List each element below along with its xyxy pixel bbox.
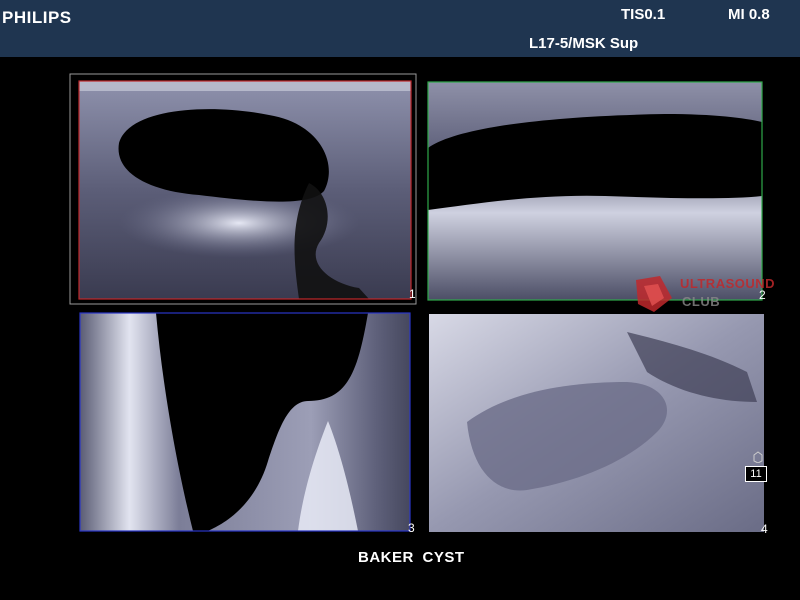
ultrasound-view-3 bbox=[78, 311, 418, 537]
image-panel-3[interactable]: 3 bbox=[78, 311, 418, 537]
watermark-logo: ULTRASOUND CLUB bbox=[630, 272, 800, 317]
tis-readout: TIS0.1 bbox=[621, 6, 666, 23]
watermark-text-line2: CLUB bbox=[682, 294, 721, 309]
ultrasound-view-4-3d bbox=[427, 312, 775, 537]
mi-readout: MI 0.8 bbox=[728, 6, 770, 23]
slice-indicator: 11 bbox=[745, 466, 767, 482]
image-panel-1[interactable]: 1 bbox=[69, 73, 417, 305]
ultrasound-club-logo-icon bbox=[636, 276, 672, 312]
image-caption: BAKER CYST bbox=[358, 549, 465, 566]
watermark-text-line1: ULTRASOUND bbox=[680, 276, 776, 291]
image-panel-4[interactable]: 4 bbox=[427, 312, 775, 537]
3d-cube-icon bbox=[753, 451, 763, 463]
panel-number-1: 1 bbox=[409, 287, 416, 301]
header-bar: PHILIPS TIS0.1 MI 0.8 L17-5/MSK Sup bbox=[0, 0, 800, 57]
ultrasound-view-1 bbox=[69, 73, 417, 305]
brand-logo: PHILIPS bbox=[2, 8, 72, 27]
panel-number-3: 3 bbox=[408, 521, 415, 535]
panel-number-4: 4 bbox=[761, 522, 768, 536]
probe-preset-label: L17-5/MSK Sup bbox=[529, 35, 639, 52]
